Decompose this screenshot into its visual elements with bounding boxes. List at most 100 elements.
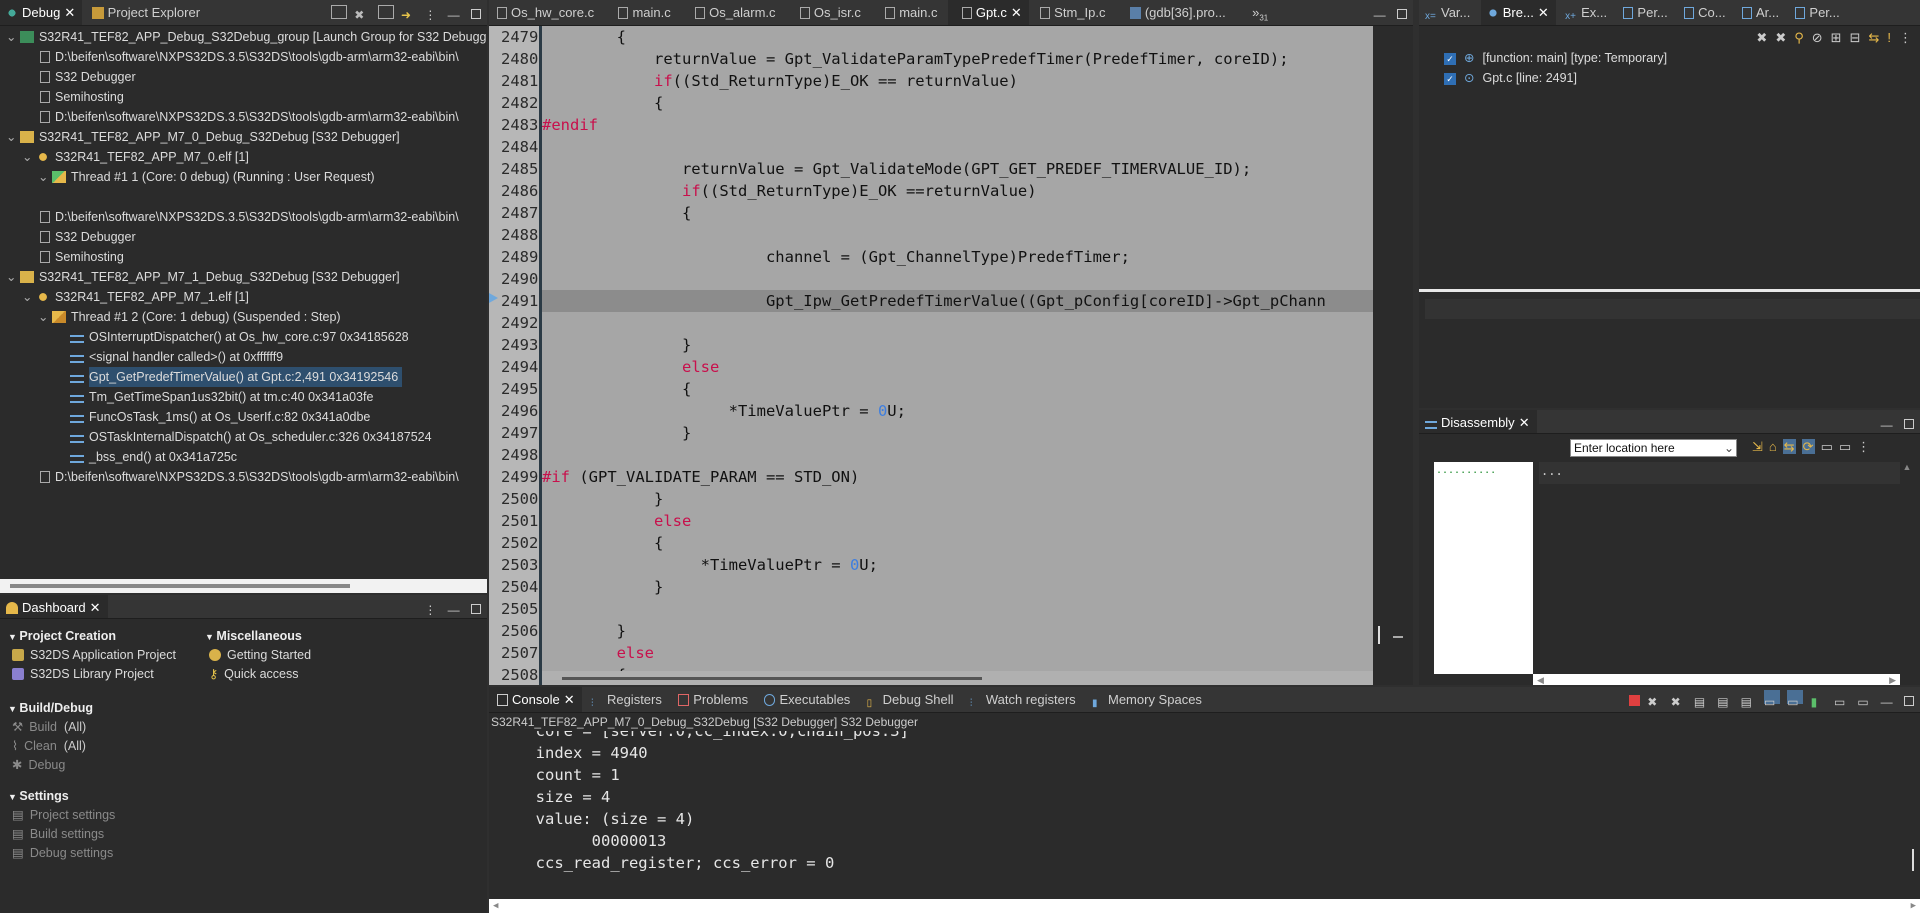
getting-started-link[interactable]: Getting Started bbox=[205, 646, 365, 665]
vertical-scrollbar[interactable]: ▲ bbox=[1900, 462, 1914, 674]
stack-frame[interactable]: OSTaskInternalDispatch() at Os_scheduler… bbox=[0, 427, 487, 447]
sync-icon[interactable]: ⇆ bbox=[1868, 30, 1879, 45]
close-icon[interactable]: ✕ bbox=[1538, 0, 1549, 25]
debug-settings-link[interactable]: ▤ Debug settings bbox=[8, 844, 193, 863]
tab-main-c-2[interactable]: main.c bbox=[871, 0, 944, 25]
horizontal-scrollbar[interactable] bbox=[0, 579, 487, 593]
warning-icon[interactable]: ! bbox=[1887, 30, 1891, 45]
tab-gpt-c[interactable]: Gpt.c ✕ bbox=[947, 0, 1029, 25]
horizontal-scrollbar[interactable]: ◀ ▶ bbox=[1533, 674, 1900, 685]
display-console-icon[interactable]: ▭ bbox=[1834, 690, 1850, 709]
scroll-lock-icon[interactable]: ▤ bbox=[1717, 690, 1733, 709]
tree-row[interactable]: ⌄ Thread #1 1 (Core: 0 debug) (Running :… bbox=[0, 167, 487, 187]
console-output[interactable]: core = [server:0,cc_index:0,chain_pos:3]… bbox=[489, 731, 1920, 913]
show-on-output-icon[interactable]: ▭ bbox=[1763, 690, 1780, 709]
stack-frame[interactable]: _bss_end() at 0x341a725c bbox=[0, 447, 487, 467]
tab-main-c[interactable]: main.c bbox=[604, 0, 677, 25]
tab-gdb[interactable]: (gdb[36].pro... bbox=[1116, 0, 1233, 25]
tree-row[interactable]: D:\beifen\software\NXPS32DS.3.5\S32DS\to… bbox=[0, 467, 487, 487]
remove-icon[interactable]: ✖ bbox=[1756, 30, 1767, 45]
stack-frame[interactable]: <signal handler called>() at 0xffffff9 bbox=[0, 347, 487, 367]
library-project-link[interactable]: S32DS Library Project bbox=[8, 665, 193, 684]
close-icon[interactable]: ✕ bbox=[564, 687, 575, 712]
tree-row[interactable]: ⌄ S32R41_TEF82_APP_M7_0.elf [1] bbox=[0, 147, 487, 167]
section-header[interactable]: ▼ Miscellaneous bbox=[205, 626, 365, 646]
tab-variables[interactable]: x= Var... bbox=[1419, 0, 1477, 25]
remove-all-icon[interactable]: ✖ bbox=[1775, 30, 1786, 45]
tree-row[interactable]: Semihosting bbox=[0, 247, 487, 267]
horizontal-scrollbar[interactable] bbox=[542, 671, 1373, 685]
horizontal-scrollbar[interactable]: ◀ ▶ bbox=[489, 899, 1920, 913]
section-header[interactable]: ▼ Project Creation bbox=[8, 626, 193, 646]
tab-os-alarm[interactable]: Os_alarm.c bbox=[681, 0, 782, 25]
minimize-icon[interactable]: — bbox=[1881, 413, 1897, 432]
menu-icon[interactable]: ⋮ bbox=[1857, 439, 1870, 454]
tab-project-explorer[interactable]: Project Explorer bbox=[86, 0, 207, 25]
tab-disassembly[interactable]: Disassembly ✕ bbox=[1419, 410, 1537, 433]
code-area[interactable]: 2479 2480 2481 2482 2483 2484 2485 2486 2487 2488… bbox=[489, 26, 1413, 685]
minimize-icon[interactable]: — bbox=[1374, 3, 1390, 22]
build-all-link[interactable]: ⚒ Build (All) bbox=[8, 718, 193, 737]
tab-watch-registers[interactable]: ⫶ Watch registers bbox=[964, 687, 1083, 712]
tree-row[interactable]: D:\beifen\software\NXPS32DS.3.5\S32DS\to… bbox=[0, 107, 487, 127]
link-icon[interactable]: ⇆ bbox=[1782, 439, 1796, 454]
stack-frame[interactable]: OSInterruptDispatcher() at Os_hw_core.c:… bbox=[0, 327, 487, 347]
checkbox[interactable]: ✓ bbox=[1444, 73, 1456, 85]
project-settings-link[interactable]: ▤ Project settings bbox=[8, 806, 193, 825]
checkbox[interactable]: ✓ bbox=[1444, 53, 1456, 65]
vertical-scrollbar[interactable] bbox=[1912, 849, 1914, 871]
maximize-icon[interactable] bbox=[1397, 9, 1407, 19]
minimize-icon[interactable]: — bbox=[448, 3, 464, 22]
tab-debug[interactable]: Debug ✕ bbox=[0, 0, 83, 25]
overview-ruler[interactable] bbox=[1373, 26, 1413, 685]
save-icon[interactable]: ▭ bbox=[1839, 439, 1851, 454]
close-icon[interactable]: ✕ bbox=[1011, 0, 1022, 25]
tab-os-hw-core[interactable]: Os_hw_core.c bbox=[489, 0, 601, 25]
collapse-icon[interactable] bbox=[330, 5, 347, 19]
home-icon[interactable]: ⌂ bbox=[1769, 439, 1777, 454]
tree-row[interactable]: ⌄ S32R41_TEF82_APP_M7_0_Debug_S32Debug [… bbox=[0, 127, 487, 147]
tab-expressions[interactable]: x+ Ex... bbox=[1559, 0, 1614, 25]
section-header[interactable]: ▼ Settings bbox=[8, 786, 193, 806]
tab-executables[interactable]: Executables bbox=[758, 687, 857, 712]
location-input[interactable]: Enter location here ⌄ bbox=[1570, 439, 1737, 457]
step-icon[interactable]: ➜ bbox=[401, 3, 417, 22]
minimize-icon[interactable]: — bbox=[448, 598, 464, 617]
tab-os-isr[interactable]: Os_isr.c bbox=[786, 0, 868, 25]
menu-icon[interactable]: ⋮ bbox=[1899, 30, 1912, 45]
refresh-icon[interactable]: ⟳ bbox=[1801, 439, 1815, 454]
tree-row[interactable]: ⌄ S32R41_TEF82_APP_M7_1_Debug_S32Debug [… bbox=[0, 267, 487, 287]
show-on-error-icon[interactable]: ▭ bbox=[1787, 690, 1804, 709]
tab-registers[interactable]: ⫶ Registers bbox=[585, 687, 669, 712]
clear-console-icon[interactable]: ▤ bbox=[1694, 690, 1710, 709]
tab-debug-shell[interactable]: ▯ Debug Shell bbox=[861, 687, 961, 712]
quick-access-link[interactable]: ⚷ Quick access bbox=[205, 665, 365, 684]
tab-core[interactable]: Co... bbox=[1678, 0, 1732, 25]
breakpoint-item[interactable]: ✓ ⊙ Gpt.c [line: 2491] bbox=[1419, 68, 1920, 88]
tree-row[interactable]: ⌄ Thread #1 2 (Core: 1 debug) (Suspended… bbox=[0, 307, 487, 327]
minimize-icon[interactable]: — bbox=[1881, 690, 1897, 709]
tree-row[interactable]: D:\beifen\software\NXPS32DS.3.5\S32DS\to… bbox=[0, 47, 487, 67]
scroll-thumb[interactable] bbox=[10, 584, 350, 588]
remove-all-icon[interactable]: ✖ bbox=[1671, 690, 1687, 709]
tab-stm-ip[interactable]: Stm_Ip.c bbox=[1032, 0, 1112, 25]
stack-frame-selected[interactable]: Gpt_GetPredefTimerValue() at Gpt.c:2,491… bbox=[0, 367, 487, 387]
tab-dashboard[interactable]: Dashboard ✕ bbox=[0, 595, 108, 618]
build-settings-link[interactable]: ▤ Build settings bbox=[8, 825, 193, 844]
menu-icon[interactable]: ⋮ bbox=[424, 3, 440, 22]
code-text[interactable]: { returnValue = Gpt_ValidateParamTypePre… bbox=[542, 26, 1373, 685]
tree-row[interactable]: S32 Debugger bbox=[0, 227, 487, 247]
tree-row[interactable]: ⌄ S32R41_TEF82_APP_Debug_S32Debug_group … bbox=[0, 27, 487, 47]
app-project-link[interactable]: S32DS Application Project bbox=[8, 646, 193, 665]
tab-console[interactable]: Console ✕ bbox=[489, 687, 582, 712]
close-icon[interactable]: ✕ bbox=[64, 0, 75, 25]
tree-row[interactable]: D:\beifen\software\NXPS32DS.3.5\S32DS\to… bbox=[0, 207, 487, 227]
close-icon[interactable]: ✕ bbox=[90, 595, 101, 618]
tree-row[interactable]: S32 Debugger bbox=[0, 67, 487, 87]
remove-icon[interactable]: ✖ bbox=[354, 3, 370, 22]
debug-link[interactable]: ✱ Debug bbox=[8, 756, 193, 775]
expand-icon[interactable]: ⊞ bbox=[1831, 30, 1842, 45]
disassembly-area[interactable]: .......... ... ▲ ◀ ▶ bbox=[1434, 462, 1914, 685]
maximize-icon[interactable] bbox=[471, 604, 481, 614]
tab-per[interactable]: Per... bbox=[1789, 0, 1846, 25]
